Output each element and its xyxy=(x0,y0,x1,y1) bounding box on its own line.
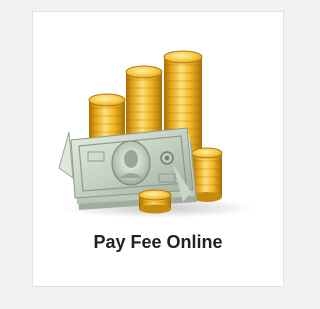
coins-and-banknotes-icon xyxy=(58,50,255,218)
coin-stack-front-small xyxy=(138,189,172,214)
coin-stack-far-right xyxy=(191,147,223,202)
banknote-bundle xyxy=(58,127,197,210)
pay-fee-online-tile[interactable]: Pay Fee Online xyxy=(32,11,284,287)
tile-label: Pay Fee Online xyxy=(93,232,223,252)
